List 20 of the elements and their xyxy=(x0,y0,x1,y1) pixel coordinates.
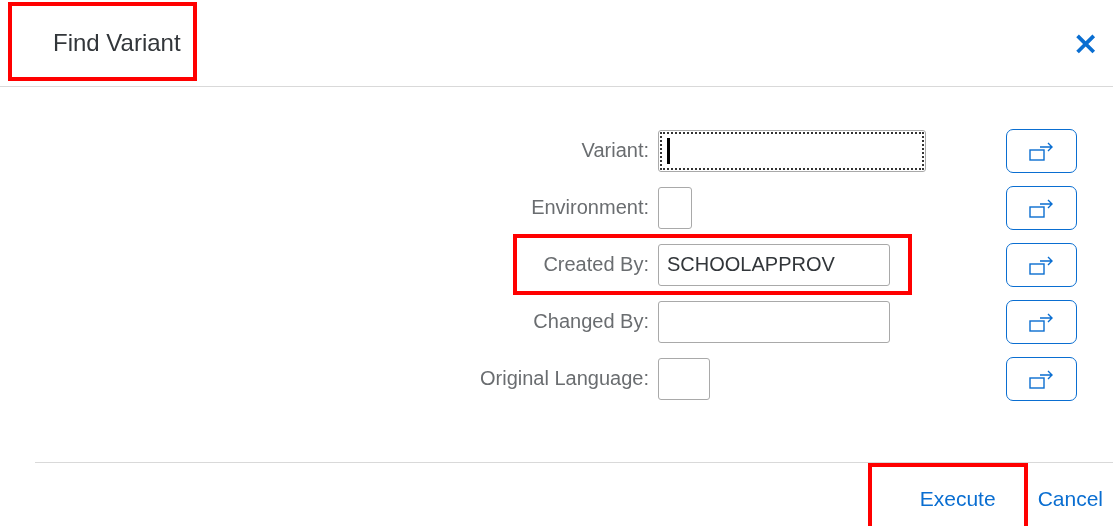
footer-button[interactable]: Execute xyxy=(915,485,1000,513)
text-cursor xyxy=(667,137,670,164)
dialog-title: Find Variant xyxy=(53,29,181,56)
input-field[interactable] xyxy=(658,186,692,229)
multiple-selection-button[interactable] xyxy=(1006,128,1077,173)
input-field[interactable]: SCHOOLAPPROV xyxy=(658,243,890,286)
input-field[interactable] xyxy=(658,357,710,400)
multiple-selection-button[interactable] xyxy=(1006,299,1077,344)
input-field[interactable] xyxy=(658,129,926,172)
field-label: Environment: xyxy=(530,196,650,219)
footer-button[interactable]: Cancel xyxy=(1033,485,1107,513)
field-label: Created By: xyxy=(542,253,650,276)
multiple-selection-button[interactable] xyxy=(1006,185,1077,230)
multiple-selection-button[interactable] xyxy=(1006,356,1077,401)
field-label: Changed By: xyxy=(532,310,650,333)
close-button[interactable]: × xyxy=(1068,24,1103,62)
multiple-selection-button[interactable] xyxy=(1006,242,1077,287)
field-label: Variant: xyxy=(580,139,650,162)
field-label: Original Language: xyxy=(479,367,650,390)
input-field[interactable] xyxy=(658,300,890,343)
